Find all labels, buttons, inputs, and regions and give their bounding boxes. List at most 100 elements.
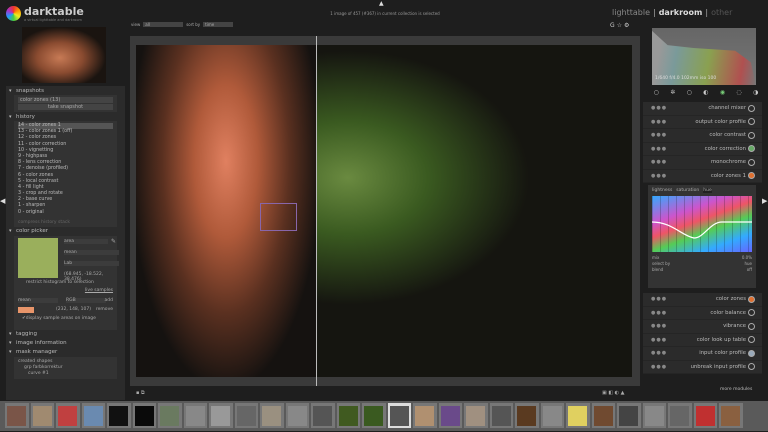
module-toggle-icons[interactable]: ●●● [651, 296, 667, 302]
filmstrip-thumbnail[interactable] [81, 403, 105, 428]
filmstrip-thumbnail[interactable] [387, 403, 411, 428]
filmstrip-thumbnail[interactable] [30, 403, 54, 428]
module-color-zones-1[interactable]: ●●● color zones 1 [643, 170, 762, 183]
filmstrip-thumbnail[interactable] [56, 403, 80, 428]
module-group-tabs[interactable]: ○ ✲ ○ ◐ ◉ ◌ ◑ [648, 89, 764, 96]
color-picker-header[interactable]: color picker [6, 227, 125, 236]
filmstrip-thumbnail[interactable] [438, 403, 462, 428]
module-input-color-profile[interactable]: ●●● input color profile [643, 347, 762, 361]
picker-mode-select[interactable]: area [64, 238, 108, 244]
module-vibrance[interactable]: ●●● vibrance [643, 320, 762, 334]
view-darkroom[interactable]: darkroom [659, 8, 703, 17]
sample-space-select[interactable]: RGB [66, 297, 106, 303]
compress-history-button[interactable]: compress history stack [14, 217, 117, 227]
module-toggle-icons[interactable]: ●●● [651, 159, 667, 165]
mask-curve[interactable]: curve #1 [18, 371, 113, 377]
filmstrip-thumbnail[interactable] [260, 403, 284, 428]
sample-values: (232, 148, 107) [56, 306, 92, 312]
tab-lightness[interactable]: lightness [652, 188, 672, 193]
bottom-left-icons[interactable]: ▪ ⧉ [136, 390, 145, 396]
filmstrip-thumbnail[interactable] [566, 403, 590, 428]
histogram[interactable]: 1/640 f/4.0 102mm iso 100 [652, 28, 756, 85]
module-unbreak-input-profile[interactable]: ●●● unbreak input profile [643, 361, 762, 374]
filmstrip-thumbnail[interactable] [693, 403, 717, 428]
picker-space-select[interactable]: Lab [64, 260, 119, 266]
module-output-color-profile[interactable]: ●●● output color profile [643, 116, 762, 129]
history-item[interactable]: 0 - original [18, 210, 113, 216]
filmstrip-thumbnail[interactable] [515, 403, 539, 428]
module-color-balance[interactable]: ●●● color balance [643, 307, 762, 320]
filmstrip-thumbnail[interactable] [234, 403, 258, 428]
module-toggle-icons[interactable]: ●●● [651, 364, 667, 370]
module-toggle-icons[interactable]: ●●● [651, 310, 667, 316]
left-panel-toggle-icon[interactable]: ◀ [0, 197, 5, 205]
filmstrip-thumbnail[interactable] [107, 403, 131, 428]
restrict-histogram-checkbox[interactable]: restrict histogram to selection [26, 280, 94, 285]
module-toggle-icons[interactable]: ●●● [651, 173, 667, 179]
filmstrip-thumbnail[interactable] [362, 403, 386, 428]
module-color-zones[interactable]: ●●● color zones [643, 293, 762, 307]
tagging-header[interactable]: tagging [6, 330, 125, 339]
tab-hue[interactable]: hue [703, 188, 712, 193]
module-toggle-icons[interactable]: ●●● [651, 146, 667, 152]
add-sample-button[interactable]: add [105, 298, 113, 303]
module-monochrome[interactable]: ●●● monochrome [643, 156, 762, 170]
tab-saturation[interactable]: saturation [676, 188, 699, 193]
module-toggle-icons[interactable]: ●●● [651, 337, 667, 343]
filmstrip-thumbnail[interactable] [5, 403, 29, 428]
filmstrip-thumbnail[interactable] [285, 403, 309, 428]
snapshots-header[interactable]: snapshots [6, 86, 125, 95]
center-view[interactable] [130, 36, 640, 386]
blend-select[interactable]: blend off [652, 267, 752, 273]
filmstrip-thumbnail[interactable] [209, 403, 233, 428]
filmstrip-thumbnail[interactable] [183, 403, 207, 428]
mask-manager-header[interactable]: mask manager [6, 348, 125, 357]
snapshot-item[interactable]: color zones (13) [18, 97, 113, 103]
filmstrip-thumbnail[interactable] [617, 403, 641, 428]
module-toggle-icons[interactable]: ●●● [651, 119, 667, 125]
module-color-correction[interactable]: ●●● color correction [643, 143, 762, 156]
module-channel-mixer[interactable]: ●●● channel mixer [643, 102, 762, 116]
image-toolbar-icons[interactable]: G☆⚙ [610, 22, 631, 29]
filmstrip-thumbnail[interactable] [642, 403, 666, 428]
right-panel-toggle-icon[interactable]: ▶ [762, 197, 767, 205]
filmstrip-thumbnail[interactable] [489, 403, 513, 428]
filmstrip-thumbnail[interactable] [311, 403, 335, 428]
picker-area[interactable] [260, 203, 297, 231]
navigation-thumbnail[interactable] [22, 27, 106, 83]
picker-stat-select[interactable]: mean [64, 249, 119, 255]
filmstrip-thumbnail[interactable] [668, 403, 692, 428]
module-list-bottom: ●●● color zones ●●● color balance ●●● vibranc… [643, 293, 762, 374]
module-toggle-icons[interactable]: ●●● [651, 132, 667, 138]
take-snapshot-button[interactable]: take snapshot [18, 104, 113, 110]
sort-select[interactable]: time [203, 22, 234, 27]
filmstrip-thumbnail[interactable] [591, 403, 615, 428]
filmstrip-thumbnail[interactable] [132, 403, 156, 428]
module-color-contrast[interactable]: ●●● color contrast [643, 129, 762, 143]
view-filter-select[interactable]: all [143, 22, 184, 27]
module-toggle-icons[interactable]: ●●● [651, 350, 667, 356]
bottom-right-icons[interactable]: ▣ ◧ ◐ ▲ [602, 390, 624, 396]
view-lighttable[interactable]: lighttable [612, 8, 650, 17]
module-toggle-icons[interactable]: ●●● [651, 323, 667, 329]
module-color-look-up-table[interactable]: ●●● color look up table [643, 334, 762, 347]
history-header[interactable]: history [6, 112, 125, 121]
color-zones-graph[interactable] [651, 196, 752, 252]
filmstrip-thumbnail[interactable] [464, 403, 488, 428]
color-picker-eyedropper-icon[interactable]: ✎ [111, 238, 116, 245]
split-divider[interactable] [316, 36, 317, 386]
view-other[interactable]: other [711, 8, 732, 17]
display-sample-areas-checkbox[interactable]: ✔display sample areas on image [22, 316, 96, 321]
zone-curve[interactable] [651, 221, 752, 239]
sample-stat-select[interactable]: mean [18, 297, 58, 303]
remove-sample-button[interactable]: remove [96, 307, 113, 312]
more-modules-button[interactable]: more modules [720, 387, 752, 392]
filmstrip-thumbnail[interactable] [158, 403, 182, 428]
image-information-header[interactable]: image information [6, 339, 125, 348]
filmstrip-thumbnail[interactable] [540, 403, 564, 428]
filmstrip-thumbnail[interactable] [336, 403, 360, 428]
filmstrip-thumbnail[interactable] [719, 403, 743, 428]
top-panel-toggle-icon[interactable]: ▲ [379, 0, 384, 7]
module-toggle-icons[interactable]: ●●● [651, 105, 667, 111]
filmstrip-thumbnail[interactable] [413, 403, 437, 428]
